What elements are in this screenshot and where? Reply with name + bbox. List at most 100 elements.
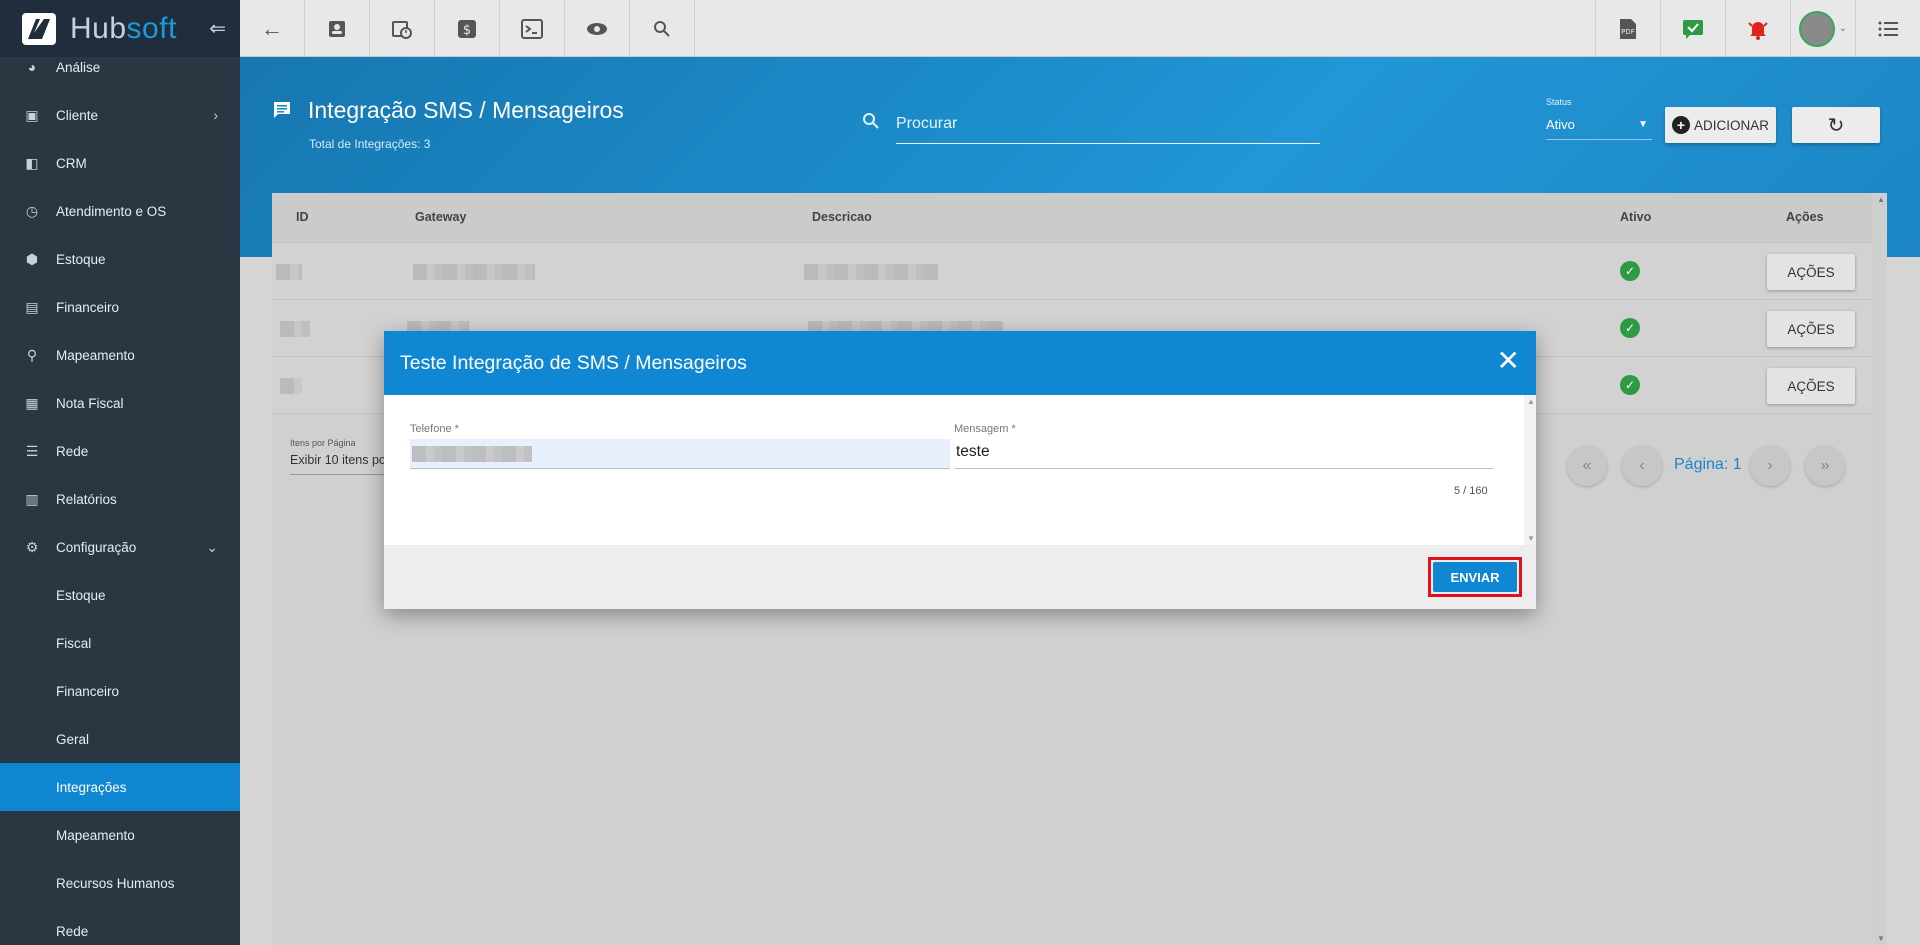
money-icon: ▤ [25, 298, 39, 315]
sidebar-item-label: Mapeamento [56, 347, 135, 363]
next-page-button[interactable]: › [1750, 446, 1790, 486]
menu-list-icon[interactable] [1855, 0, 1920, 57]
sidebar-subitem-estoque[interactable]: Estoque [0, 571, 240, 619]
row-actions-button[interactable]: AÇÕES [1767, 254, 1855, 290]
send-button[interactable]: ENVIAR [1433, 562, 1517, 592]
scroll-up-icon[interactable]: ▲ [1877, 195, 1885, 204]
server-icon: ☰ [25, 442, 39, 459]
scroll-down-icon[interactable]: ▼ [1527, 534, 1535, 543]
phone-label: Telefone * [410, 423, 459, 435]
sidebar-item-financeiro[interactable]: ▤ Financeiro [0, 283, 240, 331]
sidebar-subitem-financeiro[interactable]: Financeiro [0, 667, 240, 715]
sidebar-subitem-mapeamento[interactable]: Mapeamento [0, 811, 240, 859]
last-page-button[interactable]: » [1805, 446, 1845, 486]
modal-scrollbar[interactable]: ▲ ▼ [1524, 395, 1536, 545]
status-value: Ativo [1546, 117, 1575, 132]
close-icon[interactable]: ✕ [1497, 347, 1520, 375]
sidebar: ◕ Análise ▣ Cliente › ◧ CRM ◷ Atendimento e O… [0, 57, 240, 945]
gear-icon: ⚙ [25, 538, 39, 555]
sidebar-item-configuracao[interactable]: ⚙ Configuração ⌄ [0, 523, 240, 571]
message-label: Mensagem * [954, 423, 1016, 435]
avatar [1798, 10, 1835, 47]
kanban-icon: ◧ [25, 154, 39, 171]
sidebar-item-label: Configuração [56, 539, 137, 555]
modal-header: Teste Integração de SMS / Mensageiros ✕ [384, 331, 1536, 395]
message-field[interactable]: teste [954, 439, 1494, 469]
search-icon[interactable] [630, 0, 695, 57]
refresh-icon: ↻ [1827, 114, 1845, 137]
active-check-icon: ✓ [1620, 261, 1640, 281]
prev-page-button[interactable]: ‹ [1622, 446, 1662, 486]
page-subtitle: Total de Integrações: 3 [309, 137, 431, 151]
sidebar-subitem-recursos-humanos[interactable]: Recursos Humanos [0, 859, 240, 907]
sidebar-item-mapeamento[interactable]: ⚲ Mapeamento [0, 331, 240, 379]
sidebar-item-relatorios[interactable]: ▥ Relatórios [0, 475, 240, 523]
sidebar-subitem-fiscal[interactable]: Fiscal [0, 619, 240, 667]
row-actions-button[interactable]: AÇÕES [1767, 368, 1855, 404]
plus-icon: + [1671, 116, 1690, 134]
redacted-id [276, 264, 302, 280]
calendar-clock-icon[interactable] [370, 0, 435, 57]
alarm-bell-icon[interactable] [1725, 0, 1790, 57]
refresh-button[interactable]: ↻ [1792, 107, 1880, 143]
map-pin-icon: ⚲ [26, 346, 38, 363]
sidebar-item-crm[interactable]: ◧ CRM [0, 139, 240, 187]
sidebar-item-label: Estoque [56, 251, 106, 267]
chart-icon: ◕ [27, 59, 37, 75]
redacted-phone [412, 446, 532, 462]
sidebar-item-label: Atendimento e OS [56, 203, 167, 219]
user-avatar[interactable]: ⌄ [1790, 0, 1855, 57]
box-icon: ⬢ [25, 250, 39, 267]
sidebar-item-label: Financeiro [56, 299, 120, 315]
scroll-down-icon[interactable]: ▼ [1877, 934, 1885, 943]
sidebar-item-analise[interactable]: ◕ Análise [0, 57, 240, 91]
phone-field[interactable] [410, 439, 950, 469]
back-arrow-icon[interactable]: ← [240, 0, 305, 57]
page-title: Integração SMS / Mensageiros [308, 97, 624, 123]
double-chevron-right-icon: » [1820, 457, 1830, 474]
dollar-icon[interactable]: $ [435, 0, 500, 57]
search-input[interactable]: Procurar [896, 112, 1320, 144]
svg-text:$: $ [463, 23, 471, 38]
scroll-up-icon[interactable]: ▲ [1527, 397, 1535, 406]
sidebar-item-label: Análise [56, 59, 101, 75]
chevron-right-icon: › [213, 107, 218, 123]
document-icon: ▦ [25, 394, 39, 411]
chevron-down-icon: ⌄ [1838, 23, 1848, 34]
redacted-id [280, 378, 302, 394]
column-header-descricao: Descricao [812, 210, 872, 224]
status-select[interactable]: Ativo ▼ [1546, 114, 1652, 140]
table-row[interactable]: ✓ AÇÕES [272, 243, 1872, 300]
contact-card-icon[interactable] [305, 0, 370, 57]
character-counter: 5 / 160 [1454, 485, 1488, 497]
sidebar-item-atendimento[interactable]: ◷ Atendimento e OS [0, 187, 240, 235]
table-scrollbar[interactable]: ▲ ▼ [1874, 193, 1887, 945]
eye-icon[interactable] [565, 0, 630, 57]
row-actions-button[interactable]: AÇÕES [1767, 311, 1855, 347]
terminal-icon[interactable] [500, 0, 565, 57]
sidebar-subitem-integracoes[interactable]: Integrações [0, 763, 240, 811]
redacted-gateway [413, 264, 535, 280]
sidebar-item-nota-fiscal[interactable]: ▦ Nota Fiscal [0, 379, 240, 427]
sidebar-item-rede[interactable]: ☰ Rede [0, 427, 240, 475]
redacted-description [804, 264, 938, 280]
pdf-icon[interactable]: PDF [1595, 0, 1660, 57]
sidebar-item-estoque[interactable]: ⬢ Estoque [0, 235, 240, 283]
column-header-acoes: Ações [1786, 210, 1824, 224]
sidebar-item-cliente[interactable]: ▣ Cliente › [0, 91, 240, 139]
column-header-gateway: Gateway [415, 210, 467, 224]
add-button[interactable]: + ADICIONAR [1665, 107, 1776, 143]
sidebar-item-label: CRM [56, 155, 87, 171]
search-icon [862, 112, 880, 135]
task-check-icon[interactable] [1660, 0, 1725, 57]
svg-text:PDF: PDF [1621, 28, 1635, 36]
first-page-button[interactable]: « [1567, 446, 1607, 486]
sidebar-subitem-geral[interactable]: Geral [0, 715, 240, 763]
sidebar-subitem-rede[interactable]: Rede [0, 907, 240, 945]
active-check-icon: ✓ [1620, 375, 1640, 395]
items-per-page-label: Itens por Página [290, 438, 356, 448]
message-icon [272, 100, 292, 126]
collapse-sidebar-icon[interactable]: ⇐ [209, 16, 226, 41]
toolbar-icons: ← $ [240, 0, 695, 57]
items-per-page-select[interactable]: Exibir 10 itens por página [290, 453, 390, 475]
